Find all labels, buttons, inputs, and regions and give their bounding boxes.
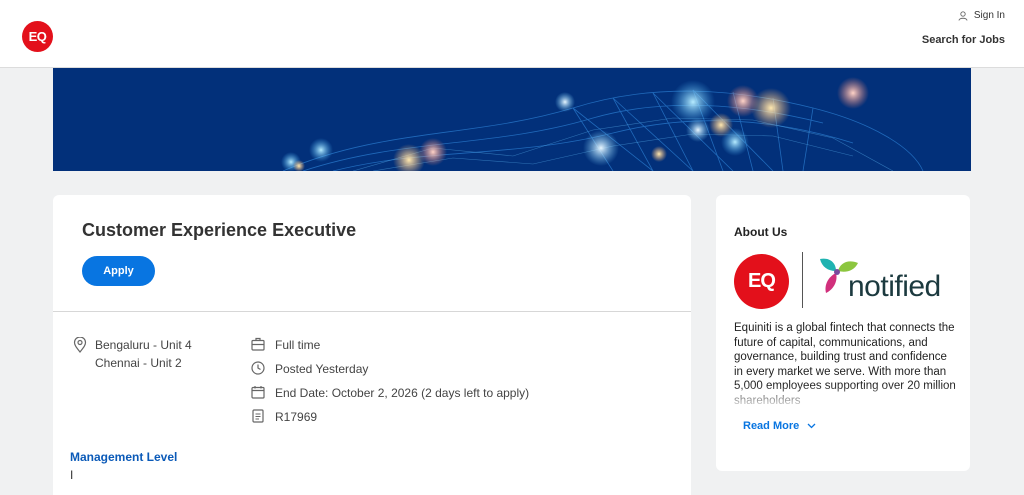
logo-separator	[802, 252, 803, 308]
end-date: End Date: October 2, 2026 (2 days left t…	[275, 386, 530, 400]
user-icon	[958, 10, 968, 21]
hero-banner	[53, 68, 971, 171]
location-line: Chennai - Unit 2	[95, 356, 182, 370]
requisition-id: R17969	[275, 410, 318, 424]
about-us-card: About Us EQ notified Equiniti is a globa…	[716, 195, 970, 471]
apply-button[interactable]: Apply	[82, 256, 155, 286]
equiniti-logo[interactable]: EQ	[22, 21, 53, 52]
read-more-label: Read More	[743, 420, 800, 432]
network-bokeh-image	[281, 77, 924, 171]
top-navigation-bar: EQ Sign In Search for Jobs	[0, 0, 1024, 68]
map-pin-icon	[73, 337, 87, 353]
sign-in-label: Sign In	[973, 10, 1005, 21]
document-icon	[252, 409, 264, 423]
equiniti-logo: EQ	[734, 254, 789, 309]
briefcase-icon	[251, 337, 265, 351]
sign-in-link[interactable]: Sign In	[958, 10, 1005, 21]
text-fade-overlay	[734, 385, 956, 409]
time-type: Full time	[275, 338, 321, 352]
read-more-button[interactable]: Read More	[743, 420, 816, 432]
management-level-label: Management Level	[70, 450, 178, 464]
chevron-down-icon	[807, 423, 816, 429]
card-divider	[53, 311, 691, 312]
clock-icon	[251, 361, 265, 375]
management-level-value: I	[70, 468, 74, 482]
posted-date: Posted Yesterday	[275, 362, 369, 376]
job-title: Customer Experience Executive	[82, 220, 357, 240]
search-for-jobs-link[interactable]: Search for Jobs	[922, 34, 1005, 46]
location-line: Bengaluru - Unit 4	[95, 338, 192, 352]
job-details-card: Customer Experience Executive Apply Beng…	[53, 195, 691, 495]
about-us-title: About Us	[734, 225, 788, 239]
notified-logo-text: notified	[848, 270, 941, 303]
calendar-icon	[251, 386, 265, 399]
